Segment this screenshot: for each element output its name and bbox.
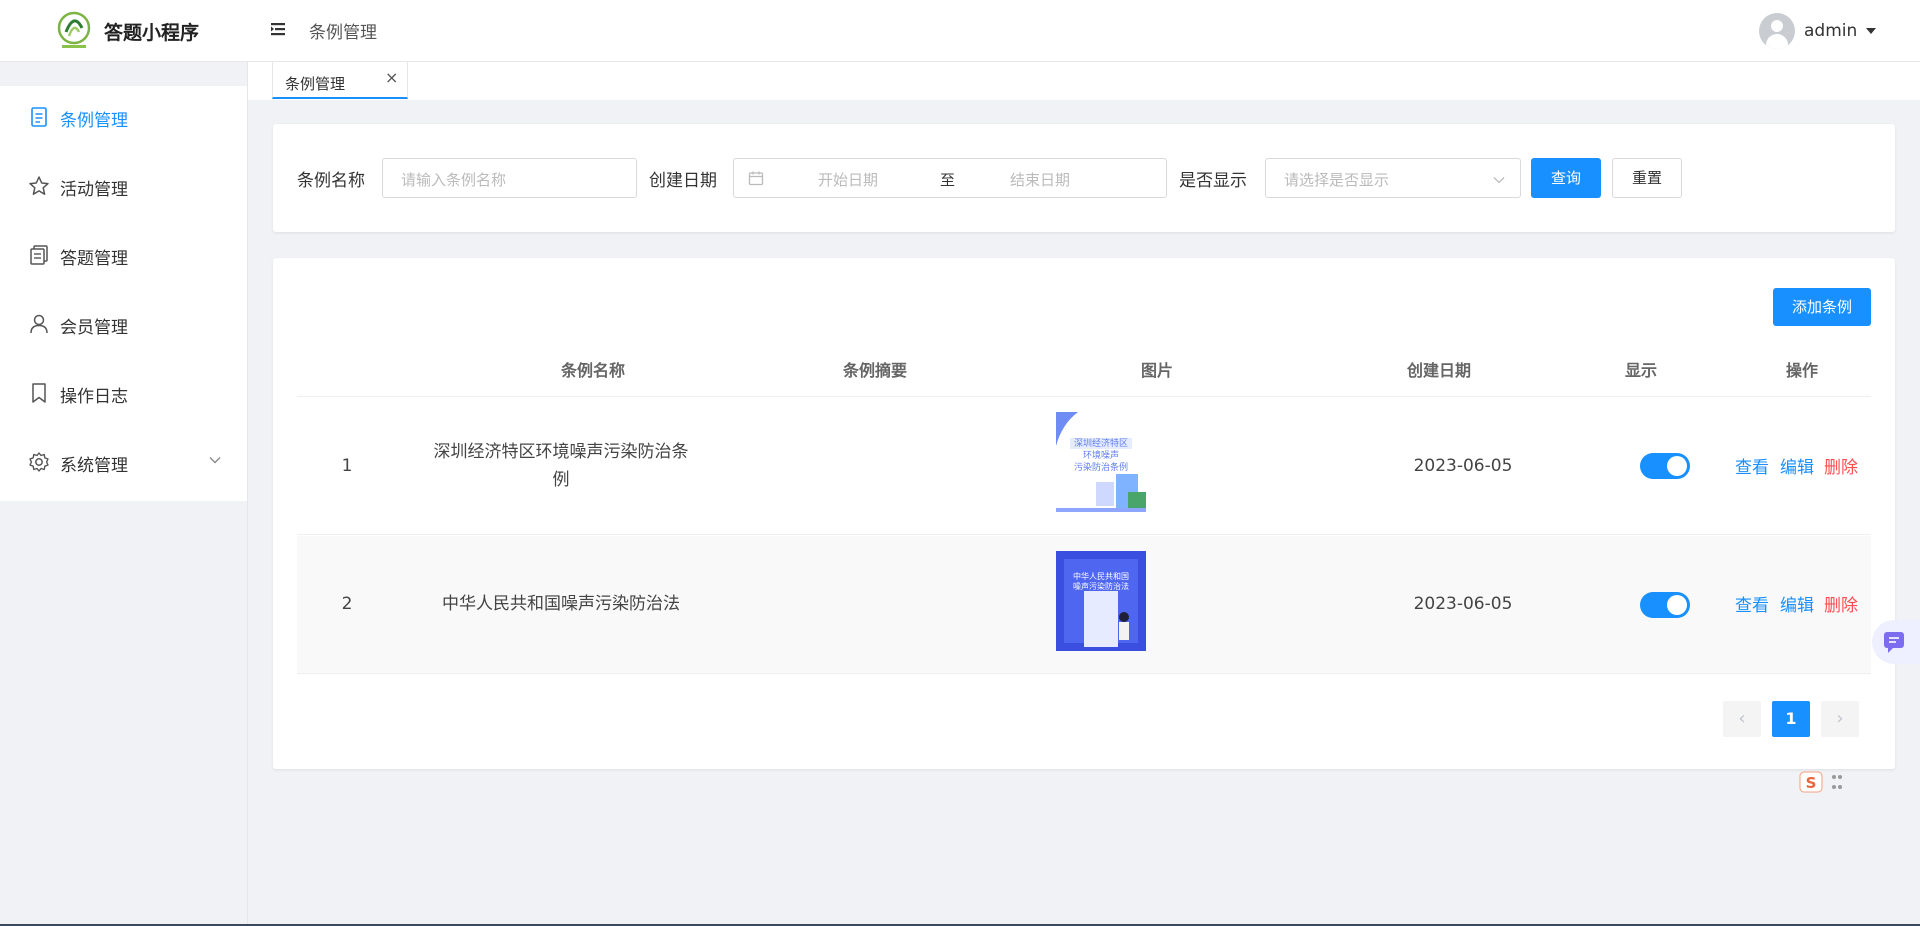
tab-label: 条例管理 <box>285 75 346 93</box>
svg-text:噪声污染防治法: 噪声污染防治法 <box>1073 581 1129 591</box>
sidebar-item-quizzes[interactable]: 答题管理 <box>0 224 247 284</box>
pagination-page-1[interactable]: 1 <box>1772 701 1810 737</box>
sidebar-item-label: 答题管理 <box>60 249 128 269</box>
document-icon <box>31 107 47 127</box>
pagination-next-button[interactable]: › <box>1821 701 1859 737</box>
copy-icon <box>30 245 48 265</box>
filter-panel: 条例名称 请输入条例名称 创建日期 开始日期 至 结束日期 是否显示 请选择是否… <box>273 124 1895 232</box>
date-filter-label: 创建日期 <box>649 171 717 191</box>
column-header-actions: 操作 <box>1785 361 1818 380</box>
name-search-input[interactable]: 请输入条例名称 <box>382 158 637 198</box>
column-header-summary: 条例摘要 <box>842 361 907 380</box>
name-search-placeholder: 请输入条例名称 <box>401 171 507 189</box>
table-row: 1 深圳经济特区环境噪声污染防治条例 深圳经济特区 环境噪声 污染防治条例 20… <box>297 397 1871 535</box>
regulation-name: 深圳经济特区环境噪声污染防治条例 <box>433 442 689 490</box>
column-header-visible: 显示 <box>1624 361 1657 380</box>
sidebar-item-regulations[interactable]: 条例管理 <box>0 86 247 146</box>
sidebar-menu: 条例管理 活动管理 答题管理 会员管理 操作日志 系统管理 <box>0 86 247 501</box>
svg-text:环境噪声: 环境噪声 <box>1083 449 1119 461</box>
reset-button[interactable]: 重置 <box>1612 158 1682 198</box>
sidebar-item-label: 操作日志 <box>60 387 128 407</box>
display-select[interactable]: 请选择是否显示 <box>1265 158 1521 198</box>
view-link[interactable]: 查看 <box>1735 591 1769 616</box>
chevron-down-icon <box>1493 177 1505 184</box>
add-regulation-button[interactable]: 添加条例 <box>1773 288 1871 326</box>
sidebar-item-label: 会员管理 <box>60 318 128 338</box>
sidebar-item-activities[interactable]: 活动管理 <box>0 155 247 215</box>
input-method-toolbar-icon[interactable]: S <box>1798 770 1848 794</box>
sidebar-item-members[interactable]: 会员管理 <box>0 293 247 353</box>
start-date-input[interactable]: 开始日期 <box>818 169 878 190</box>
name-filter-label: 条例名称 <box>297 171 365 191</box>
user-icon <box>30 314 48 334</box>
close-icon[interactable]: × <box>385 68 398 87</box>
avatar <box>1759 13 1795 49</box>
svg-text:中华人民共和国: 中华人民共和国 <box>1073 571 1129 581</box>
chevron-down-icon <box>209 457 221 464</box>
calendar-icon <box>748 171 764 186</box>
top-header: 答题小程序 条例管理 admin <box>0 0 1920 62</box>
visibility-toggle[interactable] <box>1640 592 1690 618</box>
date-range-separator: 至 <box>940 171 956 189</box>
display-select-placeholder: 请选择是否显示 <box>1284 171 1390 189</box>
delete-link[interactable]: 删除 <box>1824 591 1858 616</box>
sidebar-item-system[interactable]: 系统管理 <box>0 431 247 491</box>
view-link[interactable]: 查看 <box>1735 453 1769 478</box>
app-logo <box>57 11 91 48</box>
bookmark-icon <box>32 383 46 403</box>
row-index: 2 <box>341 594 353 614</box>
tab-regulation-management[interactable]: 条例管理 × <box>272 62 408 99</box>
sidebar-item-label: 条例管理 <box>60 111 128 131</box>
gear-icon <box>29 452 49 472</box>
created-date: 2023-06-05 <box>1413 594 1513 614</box>
sidebar-item-label: 活动管理 <box>60 180 128 200</box>
breadcrumb: 条例管理 <box>309 23 377 43</box>
hamburger-menu-icon[interactable] <box>270 20 288 38</box>
delete-link[interactable]: 删除 <box>1824 453 1858 478</box>
sidebar-item-label: 系统管理 <box>60 456 128 476</box>
floating-chat-button[interactable] <box>1872 620 1920 664</box>
svg-text:污染防治条例: 污染防治条例 <box>1074 461 1128 473</box>
user-menu[interactable]: admin <box>1759 12 1877 50</box>
pagination-prev-button[interactable]: ‹ <box>1723 701 1761 737</box>
table-row: 2 中华人民共和国噪声污染防治法 中华人民共和国 噪声污染防治法 2023-06… <box>297 536 1871 674</box>
regulation-thumbnail[interactable]: 中华人民共和国 噪声污染防治法 <box>1056 551 1146 651</box>
svg-text:深圳经济特区: 深圳经济特区 <box>1074 437 1128 449</box>
regulation-thumbnail[interactable]: 深圳经济特区 环境噪声 污染防治条例 <box>1056 412 1146 512</box>
app-name: 答题小程序 <box>104 22 200 44</box>
edit-link[interactable]: 编辑 <box>1780 453 1814 478</box>
visibility-toggle[interactable] <box>1640 453 1690 479</box>
created-date: 2023-06-05 <box>1413 456 1513 476</box>
tab-bar: 条例管理 × <box>248 62 1920 100</box>
column-header-image: 图片 <box>1140 361 1173 380</box>
row-index: 1 <box>341 456 353 476</box>
sidebar: 条例管理 活动管理 答题管理 会员管理 操作日志 系统管理 <box>0 62 248 926</box>
date-range-picker[interactable]: 开始日期 至 结束日期 <box>733 158 1167 198</box>
sidebar-item-logs[interactable]: 操作日志 <box>0 362 247 422</box>
column-header-name: 条例名称 <box>560 361 625 380</box>
username: admin <box>1804 21 1858 41</box>
search-button[interactable]: 查询 <box>1531 158 1601 198</box>
end-date-input[interactable]: 结束日期 <box>1010 169 1070 190</box>
svg-text:S: S <box>1806 774 1817 792</box>
star-icon <box>29 176 49 195</box>
column-header-date: 创建日期 <box>1406 361 1471 380</box>
regulations-table-panel: 添加条例 条例名称 条例摘要 图片 创建日期 显示 操作 1 深圳经济特区环境噪… <box>273 258 1895 769</box>
edit-link[interactable]: 编辑 <box>1780 591 1814 616</box>
regulation-name: 中华人民共和国噪声污染防治法 <box>442 594 680 614</box>
chat-icon <box>1884 632 1904 653</box>
caret-down-icon <box>1866 28 1877 34</box>
display-filter-label: 是否显示 <box>1179 171 1247 191</box>
